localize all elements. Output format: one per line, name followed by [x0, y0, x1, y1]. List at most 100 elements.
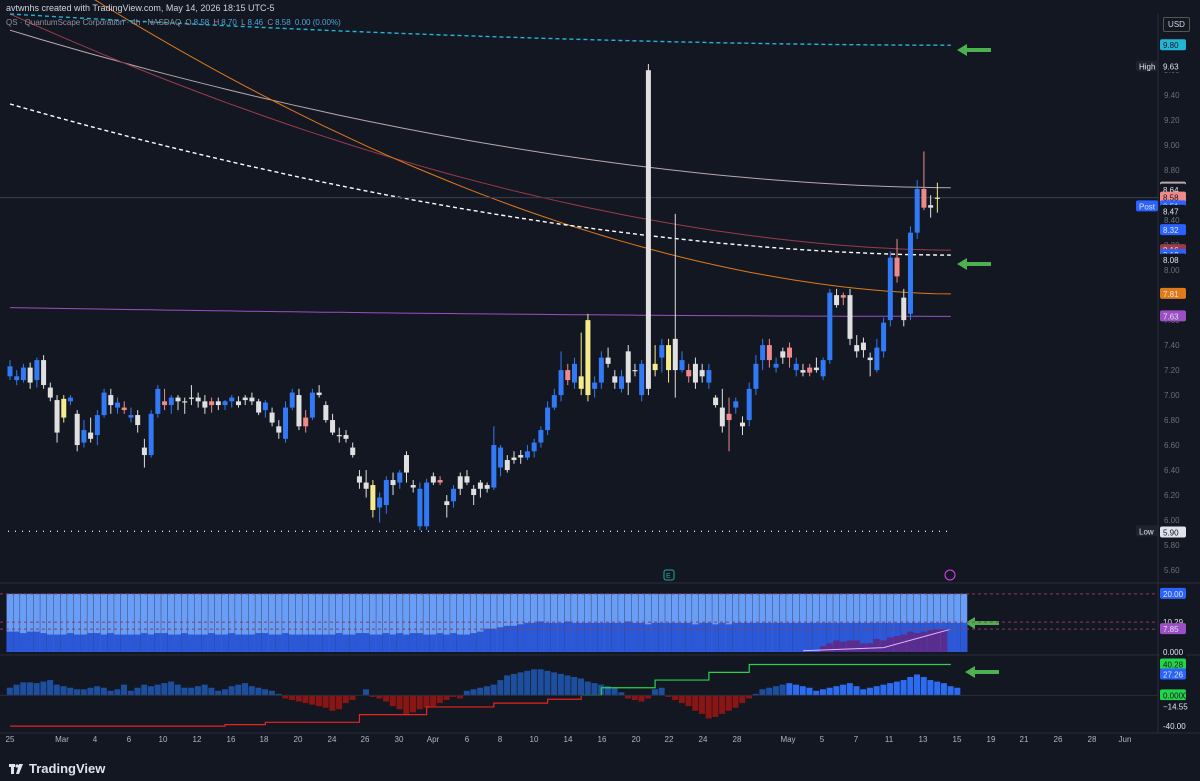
volume-bar-bottom: [470, 633, 477, 652]
candle-body: [766, 345, 772, 361]
momentum-bar: [208, 687, 215, 696]
currency-button[interactable]: USD: [1163, 17, 1190, 32]
volume-bar-bottom: [645, 624, 652, 652]
x-tick-label: 20: [632, 735, 641, 744]
axis-price-tag-label: 40.28: [1163, 660, 1184, 669]
momentum-bar: [578, 678, 584, 696]
candle-body: [672, 338, 678, 371]
volume-bar-purple: [913, 633, 921, 652]
candle-body: [202, 401, 208, 408]
momentum-bar: [13, 684, 20, 696]
volume-bar-bottom: [362, 633, 370, 652]
volume-bar-bottom: [792, 622, 800, 652]
momentum-bar: [80, 689, 87, 696]
price-tick-label: 7.40: [1164, 341, 1180, 350]
tradingview-mark-icon: [9, 764, 23, 774]
momentum-bar: [470, 689, 477, 696]
volume-bar-bottom: [342, 634, 349, 652]
candle-body: [209, 401, 215, 406]
volume-bar-bottom: [732, 622, 739, 652]
momentum-bar: [551, 672, 558, 696]
volume-bar-bottom: [228, 633, 235, 652]
momentum-bar: [403, 695, 410, 714]
momentum-bar: [147, 686, 154, 696]
momentum-bar: [477, 687, 484, 696]
momentum-bar: [698, 695, 705, 714]
candle-body: [94, 415, 100, 436]
volume-bar-bottom: [376, 634, 383, 652]
candle-body: [518, 455, 524, 458]
candle-body: [370, 485, 376, 511]
x-tick-label: 15: [953, 735, 962, 744]
candle-body: [619, 376, 625, 389]
x-tick-label: 14: [564, 735, 573, 744]
candle-body: [692, 363, 698, 383]
x-tick-label: 16: [227, 735, 236, 744]
candle-body: [592, 382, 598, 389]
axis-price-tag-label: 7.63: [1163, 312, 1179, 321]
price-tick-label: 9.40: [1164, 91, 1180, 100]
candle-body: [356, 476, 362, 483]
momentum-bar: [47, 680, 54, 696]
x-tick-label: 6: [127, 735, 132, 744]
volume-bar-bottom: [524, 622, 531, 652]
candle-body: [834, 295, 840, 306]
candle-body: [545, 407, 551, 431]
volume-bar-purple: [839, 641, 847, 652]
candle-body: [162, 401, 168, 406]
momentum-bar: [712, 695, 719, 717]
momentum-bar: [336, 695, 343, 710]
momentum-bar: [517, 672, 524, 696]
green-arrow-icon: [957, 44, 991, 56]
momentum-bar: [893, 681, 900, 696]
chart-header: avtwnhs created with TradingView.com, Ma…: [0, 0, 1200, 14]
momentum-bar: [221, 689, 228, 696]
volume-bar-bottom: [349, 634, 356, 652]
candle-body: [47, 387, 53, 398]
momentum-bar: [504, 675, 511, 696]
x-tick-label: 10: [159, 735, 168, 744]
volume-bar-purple: [907, 631, 914, 652]
momentum-bar: [67, 687, 74, 696]
candle-body: [807, 367, 813, 373]
volume-bar-bottom: [510, 625, 517, 652]
candle-body: [316, 392, 322, 396]
candle-body: [141, 447, 147, 456]
axis-price-tag-label: 7.85: [1163, 625, 1179, 634]
momentum-bar: [840, 684, 847, 696]
candle-body: [195, 397, 201, 402]
momentum-bar: [490, 684, 497, 696]
candle-body: [336, 435, 342, 437]
momentum-bar: [436, 695, 443, 704]
volume-bar-bottom: [248, 634, 255, 652]
candle-body: [188, 397, 194, 399]
price-tick-label: 7.20: [1164, 366, 1180, 375]
axis-price-tag-label: 20.00: [1163, 590, 1184, 599]
axis-price-tag-label: -40.00: [1163, 722, 1186, 731]
candle-body: [746, 388, 752, 421]
momentum-bar: [188, 687, 195, 696]
green-arrow-icon: [965, 617, 999, 629]
volume-bar-bottom: [100, 634, 108, 652]
price-tick-label: 9.20: [1164, 116, 1180, 125]
momentum-bar: [174, 684, 181, 696]
momentum-bar: [591, 683, 598, 696]
momentum-bar: [60, 686, 67, 696]
x-tick-label: Apr: [427, 735, 440, 744]
trading-chart[interactable]: 5.60 5.80 6.00 6.20 6.40 6.60 6.80 7.00 7.20 7.40…: [0, 0, 1200, 750]
x-tick-label: 25: [6, 735, 15, 744]
momentum-bar: [349, 695, 356, 701]
candle-body: [921, 188, 927, 208]
x-tick-label: Jun: [1119, 735, 1132, 744]
volume-bar-bottom: [604, 622, 612, 652]
volume-bar-purple: [853, 640, 860, 652]
volume-bar-bottom: [611, 622, 618, 652]
candle-body: [538, 430, 544, 443]
candle-body: [403, 455, 409, 473]
momentum-bar: [638, 695, 645, 702]
volume-bar-bottom: [241, 634, 249, 652]
green-arrow-icon: [957, 258, 991, 270]
x-tick-label: 24: [699, 735, 708, 744]
candle-body: [484, 485, 490, 489]
volume-bar-bottom: [26, 631, 34, 652]
